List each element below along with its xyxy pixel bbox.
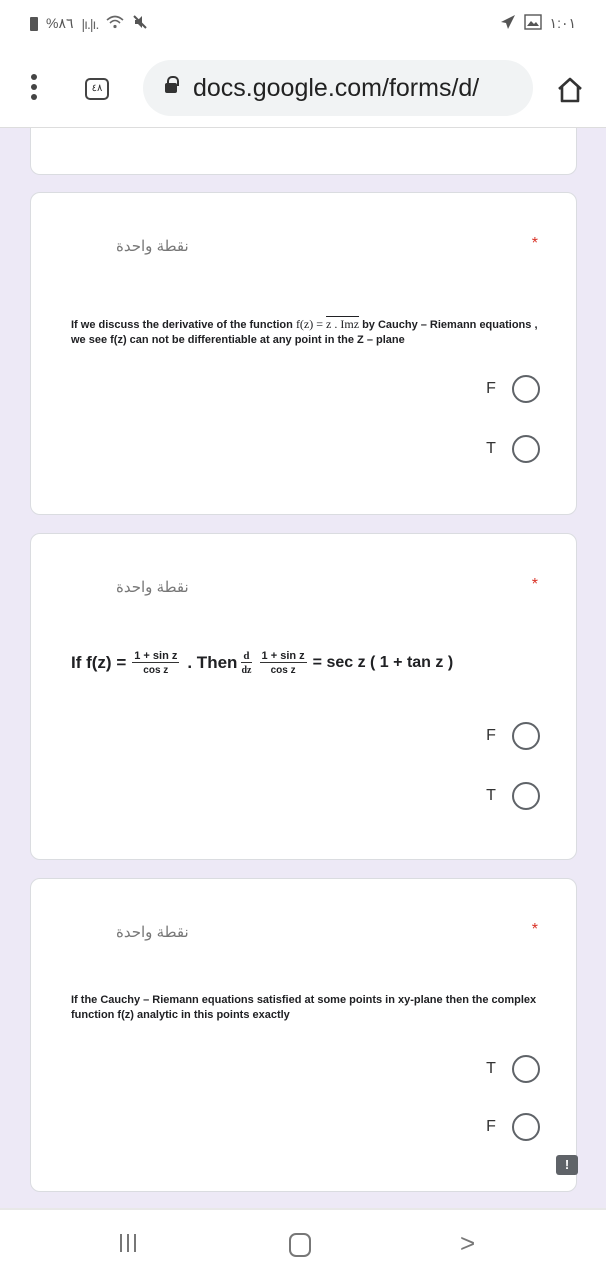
option-t[interactable]: T (484, 782, 540, 810)
radio-button[interactable] (512, 435, 540, 463)
partial-question-card: درجة ام مستوى الطيبة ٣٥ درجة مؤرخة بمستو… (30, 128, 577, 175)
battery-text: %٨٦ (46, 15, 74, 31)
question-card-3: نقطة واحدة * If the Cauchy – Riemann equ… (30, 878, 577, 1192)
option-t[interactable]: T (484, 1055, 540, 1083)
browser-toolbar: ٤٨ docs.google.com/forms/d/ (0, 48, 606, 128)
option-f[interactable]: F (484, 375, 540, 403)
wifi-icon (106, 15, 124, 32)
system-nav-bar: > (0, 1208, 606, 1280)
points-label: نقطة واحدة (116, 579, 189, 596)
more-vert-icon[interactable] (28, 74, 40, 100)
option-t[interactable]: T (484, 435, 540, 463)
points-label: نقطة واحدة (116, 924, 189, 941)
back-nav-icon[interactable]: > (460, 1228, 475, 1259)
home-icon[interactable] (555, 76, 585, 104)
fraction: 1 + sin z cos z (259, 650, 307, 676)
report-feedback-button[interactable]: ! (556, 1155, 578, 1175)
derivative-operator: d dz (241, 650, 252, 676)
status-bar: %٨٦ |ı.|ı. ١:٠١ (0, 0, 606, 48)
tab-switcher-button[interactable]: ٤٨ (85, 78, 109, 100)
points-label: نقطة واحدة (116, 238, 189, 255)
telegram-icon (500, 14, 516, 33)
question-card-2: نقطة واحدة * If f(z) = 1 + sin z cos z . … (30, 533, 577, 860)
question-text: If the Cauchy – Riemann equations satisf… (71, 994, 537, 1021)
clock: ١:٠١ (549, 15, 576, 31)
mute-icon (132, 14, 148, 33)
form-content: درجة ام مستوى الطيبة ٣٥ درجة مؤرخة بمستو… (0, 128, 606, 1208)
question-text: If we discuss the derivative of the func… (71, 317, 538, 346)
question-formula: If f(z) = 1 + sin z cos z . Then d dz 1 + … (71, 650, 454, 676)
fraction: 1 + sin z cos z (132, 650, 180, 676)
radio-button[interactable] (512, 375, 540, 403)
question-card-1: نقطة واحدة * If we discuss the derivativ… (30, 192, 577, 515)
url-bar[interactable]: docs.google.com/forms/d/ (143, 60, 533, 116)
option-f[interactable]: F (484, 722, 540, 750)
url-text: docs.google.com/forms/d/ (193, 73, 480, 102)
status-left: %٨٦ |ı.|ı. (30, 14, 148, 33)
lock-icon (165, 76, 179, 95)
recent-apps-icon[interactable] (120, 1234, 136, 1252)
radio-button[interactable] (512, 1113, 540, 1141)
home-nav-icon[interactable] (289, 1233, 311, 1257)
battery-icon (30, 16, 38, 31)
required-asterisk: * (531, 235, 538, 252)
image-icon (523, 14, 542, 33)
status-right: ١:٠١ (500, 14, 576, 33)
radio-button[interactable] (512, 782, 540, 810)
radio-button[interactable] (512, 1055, 540, 1083)
option-f[interactable]: F (484, 1113, 540, 1141)
required-asterisk: * (531, 921, 538, 938)
required-asterisk: * (531, 576, 538, 593)
signal-icon: |ı.|ı. (81, 15, 100, 32)
radio-button[interactable] (512, 722, 540, 750)
